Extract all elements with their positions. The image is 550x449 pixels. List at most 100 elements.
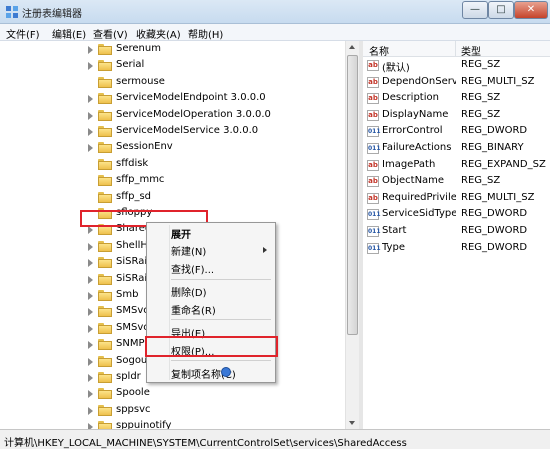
values-list[interactable]: 名称 类型 ab(默认)REG_SZabDependOnServiceREG_M… [363, 41, 550, 429]
binary-value-icon: 011 [367, 226, 381, 237]
expand-arrow-icon[interactable] [88, 374, 93, 382]
expand-arrow-icon[interactable] [88, 242, 93, 251]
expand-arrow-icon[interactable] [88, 259, 93, 268]
value-row[interactable]: ab Description REG_SZ [363, 91, 550, 107]
column-header-type[interactable]: 类型 [461, 43, 481, 58]
ctx-delete[interactable]: 删除(D) [171, 284, 207, 299]
value-type: REG_SZ [461, 59, 501, 70]
title-bar: 注册表编辑器 — □ ✕ [0, 0, 550, 24]
permissions-highlight [145, 336, 278, 357]
expand-arrow-icon[interactable] [88, 357, 93, 366]
tree-item[interactable]: sermouse [88, 75, 348, 91]
value-type: REG_BINARY [461, 142, 524, 153]
value-name: FailureActions [382, 142, 452, 153]
expand-arrow-icon[interactable] [88, 111, 93, 120]
expand-arrow-icon[interactable] [88, 308, 93, 317]
submenu-arrow-icon [263, 247, 267, 253]
menu-favorites[interactable]: 收藏夹(A) [136, 26, 181, 41]
string-value-icon: ab [367, 60, 379, 71]
tree-item[interactable]: Spoole [88, 386, 348, 402]
tree-item[interactable]: ServiceModelEndpoint 3.0.0.0 [88, 91, 348, 107]
tree-item[interactable]: Serenum [88, 42, 348, 58]
value-row[interactable]: ab ObjectName REG_SZ [363, 174, 550, 190]
string-value-icon: ab [367, 176, 379, 188]
value-row[interactable]: abRequiredPrivileges REG_MULTI_SZ [363, 191, 550, 207]
expand-arrow-icon[interactable] [88, 406, 93, 415]
menu-separator [171, 360, 271, 361]
tree-item[interactable]: sffdisk [88, 157, 348, 173]
folder-icon [98, 404, 112, 416]
expand-arrow-icon[interactable] [88, 144, 93, 153]
tree-item-label: SiSRai [116, 272, 148, 284]
menu-separator [171, 279, 271, 280]
tree-item[interactable]: sffp_mmc [88, 173, 348, 189]
value-type: REG_SZ [461, 108, 501, 120]
folder-icon [98, 290, 112, 301]
tree-item[interactable]: ServiceModelOperation 3.0.0.0 [88, 108, 348, 124]
expand-arrow-icon[interactable] [88, 226, 93, 235]
scrollbar-thumb[interactable] [347, 55, 358, 335]
tree-item[interactable]: sppsvc [88, 403, 348, 419]
value-row[interactable]: 011 Start REG_DWORD [363, 224, 550, 240]
ctx-find[interactable]: 查找(F)... [171, 261, 214, 276]
menu-edit[interactable]: 编辑(E) [52, 26, 86, 41]
minimize-button[interactable]: — [462, 1, 488, 19]
tree-item-label: Serenum [116, 43, 161, 54]
value-row[interactable]: abDependOnService REG_MULTI_SZ [363, 75, 550, 91]
binary-value-icon: 011 [367, 242, 381, 254]
tree-item[interactable]: Serial [88, 58, 348, 74]
value-type: REG_MULTI_SZ [461, 75, 535, 87]
tree-item[interactable]: ServiceModelService 3.0.0.0 [88, 124, 348, 140]
expand-arrow-icon[interactable] [88, 275, 93, 284]
expand-arrow-icon[interactable] [88, 292, 93, 300]
string-value-icon: ab [367, 76, 379, 88]
value-name: ErrorControl [382, 125, 443, 137]
scroll-down-icon[interactable] [349, 421, 355, 425]
value-row[interactable]: 011 FailureActions REG_BINARY [363, 141, 550, 157]
values-header: 名称 类型 [363, 41, 550, 58]
folder-icon [98, 273, 112, 285]
column-header-name[interactable]: 名称 [369, 43, 389, 58]
folder-icon [98, 175, 112, 187]
tree-item-label: sppsvc [116, 403, 151, 415]
folder-icon [98, 355, 112, 367]
menu-file[interactable]: 文件(F) [6, 26, 40, 41]
tree-scrollbar[interactable] [345, 41, 359, 429]
close-button[interactable]: ✕ [514, 1, 548, 19]
folder-icon [98, 44, 112, 55]
tree-item-label: SMSvc [116, 321, 149, 333]
expand-arrow-icon[interactable] [88, 128, 93, 136]
value-name: DependOnService [382, 75, 456, 87]
value-row[interactable]: 011 ErrorControl REG_DWORD [363, 124, 550, 140]
value-row[interactable]: 011 ServiceSidType REG_DWORD [363, 207, 550, 223]
status-path: 计算机\HKEY_LOCAL_MACHINE\SYSTEM\CurrentCon… [4, 438, 407, 449]
tree-item-label: sffp_sd [116, 190, 152, 202]
scroll-up-icon[interactable] [349, 45, 355, 49]
ctx-rename[interactable]: 重命名(R) [171, 302, 216, 317]
expand-arrow-icon[interactable] [88, 95, 93, 104]
tree-item[interactable]: sffp_sd [88, 190, 348, 206]
window-title: 注册表编辑器 [22, 9, 82, 20]
expand-arrow-icon[interactable] [88, 46, 93, 54]
folder-icon [98, 191, 112, 203]
tree-item[interactable]: SessionEnv [88, 140, 348, 156]
value-row[interactable]: ab (默认) REG_SZ [363, 58, 550, 74]
tree-item[interactable]: sppuinotify [88, 419, 348, 429]
expand-arrow-icon[interactable] [88, 62, 93, 71]
maximize-button[interactable]: □ [488, 1, 514, 19]
folder-icon [98, 306, 112, 318]
expand-arrow-icon[interactable] [88, 324, 93, 333]
value-row[interactable]: 011 Type REG_DWORD [363, 241, 550, 257]
menu-view[interactable]: 查看(V) [93, 26, 128, 41]
value-row[interactable]: ab DisplayName REG_SZ [363, 108, 550, 124]
value-type: REG_DWORD [461, 208, 528, 220]
expand-arrow-icon[interactable] [88, 390, 93, 399]
column-divider[interactable] [455, 41, 456, 57]
value-row[interactable]: ab ImagePath REG_EXPAND_SZ [363, 158, 550, 174]
menu-help[interactable]: 帮助(H) [188, 26, 223, 41]
binary-value-icon: 011 [367, 126, 381, 138]
expand-arrow-icon[interactable] [88, 341, 93, 350]
ctx-new[interactable]: 新建(N) [171, 243, 206, 258]
tree-item-label: ServiceModelService 3.0.0.0 [116, 125, 259, 136]
ctx-expand[interactable]: 展开 [171, 226, 191, 241]
